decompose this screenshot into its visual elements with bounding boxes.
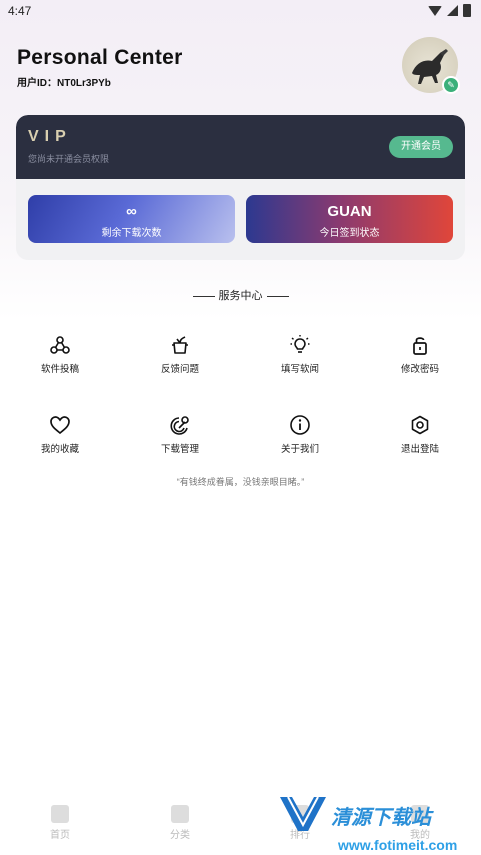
download-count-value: ∞ xyxy=(126,203,137,220)
open-membership-button[interactable]: 开通会员 xyxy=(389,136,453,158)
status-time: 4:47 xyxy=(8,4,32,18)
tab-category[interactable]: 分类 xyxy=(150,805,210,841)
vip-banner: VIP 您尚未开通会员权限 开通会员 xyxy=(16,115,465,179)
download-manager-icon xyxy=(170,416,189,435)
service-item-about-us[interactable]: 关于我们 xyxy=(255,414,345,455)
vip-title: VIP xyxy=(28,128,72,145)
download-count-label: 剩余下载次数 xyxy=(101,228,162,239)
signal-icon xyxy=(447,5,458,16)
feedback-icon xyxy=(172,336,188,354)
service-item-change-password[interactable]: 修改密码 xyxy=(375,334,465,375)
watermark-title: 清源下载站 xyxy=(331,807,431,829)
page-title: Personal Center xyxy=(17,46,183,69)
heart-icon xyxy=(50,416,70,435)
service-item-label: 软件投稿 xyxy=(40,364,79,375)
service-item-label: 填写软闻 xyxy=(280,364,319,375)
vip-subtitle: 您尚未开通会员权限 xyxy=(28,154,110,164)
service-item-label: 修改密码 xyxy=(400,364,439,375)
home-icon xyxy=(51,805,69,823)
vip-card: VIP 您尚未开通会员权限 开通会员 ∞ 剩余下载次数 GUAN 今日签到状态 xyxy=(16,115,465,260)
lightbulb-icon xyxy=(290,335,310,353)
tab-label: 首页 xyxy=(50,830,70,841)
service-item-label: 下载管理 xyxy=(160,444,199,455)
download-count-card[interactable]: ∞ 剩余下载次数 xyxy=(28,195,235,243)
watermark-url: www.fotimeit.com xyxy=(338,837,458,853)
info-icon xyxy=(290,415,310,435)
service-item-logout[interactable]: 退出登陆 xyxy=(375,414,465,455)
grid-icon xyxy=(171,805,189,823)
service-item-submit-software[interactable]: 软件投稿 xyxy=(15,334,105,375)
status-bar: 4:47 xyxy=(0,0,481,22)
checkin-status-value: GUAN xyxy=(327,203,372,220)
service-item-feedback[interactable]: 反馈问题 xyxy=(135,334,225,375)
tab-home[interactable]: 首页 xyxy=(30,805,90,841)
service-item-write-news[interactable]: 填写软闻 xyxy=(255,334,345,375)
service-item-download-manager[interactable]: 下载管理 xyxy=(135,414,225,455)
wifi-icon xyxy=(428,5,442,16)
checkin-status-card[interactable]: GUAN 今日签到状态 xyxy=(246,195,453,243)
service-item-favorites[interactable]: 我的收藏 xyxy=(15,414,105,455)
service-item-label: 我的收藏 xyxy=(40,444,79,455)
user-id: 用户ID：NT0Lr3PYb xyxy=(17,78,111,89)
service-item-label: 关于我们 xyxy=(280,444,319,455)
watermark: 清源下载站 www.fotimeit.com xyxy=(276,793,466,855)
watermark-logo-icon xyxy=(280,796,326,831)
service-item-label: 退出登陆 xyxy=(400,444,439,455)
service-item-label: 反馈问题 xyxy=(160,364,199,375)
edit-avatar-icon[interactable]: ✎ xyxy=(442,76,460,94)
quote-text: “有钱终成眷属，没钱亲眼目睹。” xyxy=(176,477,305,487)
share-nodes-icon xyxy=(50,336,70,354)
checkin-status-label: 今日签到状态 xyxy=(319,228,380,239)
tab-label: 分类 xyxy=(170,830,190,841)
lock-icon xyxy=(413,337,427,355)
service-center-title: 服务中心 xyxy=(218,290,263,302)
service-center-heading: 服务中心 xyxy=(0,287,481,303)
battery-icon xyxy=(463,4,471,17)
logout-icon xyxy=(411,415,429,435)
